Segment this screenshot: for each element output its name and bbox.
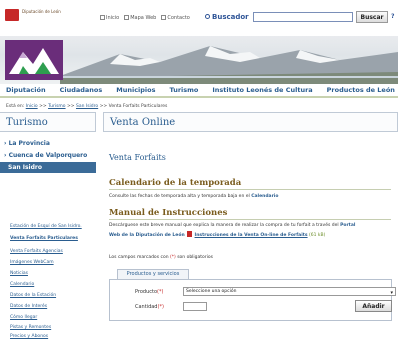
contact-link[interactable]: Contacto xyxy=(161,15,190,21)
logo-text: Diputación de León xyxy=(22,9,61,14)
search-label: Buscador xyxy=(205,12,255,23)
required-note: Los campos marcados con (*) son obligato… xyxy=(109,255,214,260)
breadcrumb-san-isidro[interactable]: San Isidro xyxy=(76,104,98,109)
sidebar-sub-como-llegar[interactable]: Cómo llegar xyxy=(10,315,37,320)
diputacion-logo-icon[interactable] xyxy=(5,9,19,21)
main-nav: Diputación Ciudadanos Municipios Turismo… xyxy=(0,84,398,98)
home-icon xyxy=(100,15,105,20)
main-content: Venta Online Venta Forfaits Calendario d… xyxy=(103,112,398,340)
breadcrumb-inicio[interactable]: Inicio xyxy=(26,104,38,109)
sidebar-sub-estacion[interactable]: Estación de Esquí de San Isidro. xyxy=(10,224,90,229)
sitemap-icon xyxy=(124,15,130,20)
add-button[interactable]: Añadir xyxy=(355,300,392,312)
section-title: Venta Forfaits xyxy=(109,153,166,162)
calendar-divider xyxy=(109,189,391,190)
sidebar-title: Turismo xyxy=(0,112,96,132)
sidebar-sub-venta-particulares[interactable]: Venta Forfaits Particulares xyxy=(10,236,90,241)
manual-text-line2: Web de la Diputación de León Instruccion… xyxy=(109,231,326,238)
calendar-text: Consulte las fechas de temporada alta y … xyxy=(109,194,279,199)
nav-instituto-cultura[interactable]: Instituto Leonés de Cultura xyxy=(212,86,312,94)
product-select[interactable]: Seleccione una opción ▾ xyxy=(183,287,396,296)
pdf-icon xyxy=(187,231,193,237)
sitemap-link[interactable]: Mapa Web xyxy=(124,15,156,21)
mail-icon xyxy=(161,15,167,20)
nav-municipios[interactable]: Municipios xyxy=(116,86,155,94)
breadcrumb-turismo[interactable]: Turismo xyxy=(48,104,66,109)
manual-text-line1: Descárguese este breve manual que explic… xyxy=(109,223,356,228)
product-label: Producto(*) xyxy=(135,289,164,295)
page-title: Venta Online xyxy=(103,112,398,132)
sidebar: Turismo › La Provincia › Cuenca de Valpo… xyxy=(0,112,96,340)
quantity-input[interactable] xyxy=(183,302,207,311)
top-header: Diputación de León Inicio Mapa Web Conta… xyxy=(0,0,398,36)
calendar-heading: Calendario de la temporada xyxy=(109,178,242,188)
sierra-logo-icon[interactable] xyxy=(5,40,63,80)
portal-link[interactable]: Portal xyxy=(340,223,355,228)
sidebar-item-san-isidro[interactable]: San Isidro xyxy=(0,162,96,173)
sidebar-sub-precios[interactable]: Precios y Abonos xyxy=(10,334,48,339)
header-banner xyxy=(0,36,398,84)
top-links: Inicio Mapa Web Contacto xyxy=(100,15,190,21)
sidebar-sub-venta-agencias[interactable]: Venta Forfaits Agencias xyxy=(10,249,63,254)
search-icon xyxy=(205,14,210,19)
pdf-manual-link[interactable]: Instrucciones de la Venta On-line de For… xyxy=(195,233,308,238)
nav-ciudadanos[interactable]: Ciudadanos xyxy=(60,86,103,94)
sidebar-sub-pistas[interactable]: Pistas y Remontes xyxy=(10,325,51,330)
nav-diputacion[interactable]: Diputación xyxy=(6,86,46,94)
help-link[interactable]: ? xyxy=(391,13,394,20)
home-link[interactable]: Inicio xyxy=(100,15,119,21)
sidebar-sub-datos-estacion[interactable]: Datos de la Estación xyxy=(10,293,56,298)
tab-productos-servicios[interactable]: Productos y servicios xyxy=(117,269,189,279)
file-size: (61 kB) xyxy=(309,233,326,238)
breadcrumb: Está en: Inicio >> Turismo >> San Isidro… xyxy=(6,104,168,109)
sidebar-item-la-provincia[interactable]: › La Provincia xyxy=(0,140,96,147)
nav-turismo[interactable]: Turismo xyxy=(170,86,199,94)
sidebar-sub-noticias[interactable]: Noticias xyxy=(10,271,28,276)
manual-heading: Manual de Instrucciones xyxy=(109,208,228,218)
sidebar-sub-calendario[interactable]: Calendario xyxy=(10,282,34,287)
calendar-link[interactable]: Calendario xyxy=(251,194,278,199)
breadcrumb-current: Venta Forfaits Particulares xyxy=(108,104,168,109)
search-input[interactable] xyxy=(253,12,353,22)
nav-productos[interactable]: Productos de León xyxy=(327,86,395,94)
sidebar-sub-webcam[interactable]: Imágenes WebCam xyxy=(10,260,54,265)
sidebar-sub-datos-interes[interactable]: Datos de Interés xyxy=(10,304,47,309)
search-button[interactable]: Buscar xyxy=(356,11,388,23)
quantity-label: Cantidad(*) xyxy=(135,304,164,310)
chevron-down-icon: ▾ xyxy=(390,290,393,296)
sidebar-item-valporquero[interactable]: › Cuenca de Valporquero xyxy=(0,152,96,159)
purchase-form: Producto(*) Seleccione una opción ▾ Cant… xyxy=(109,279,396,321)
manual-divider xyxy=(109,219,391,220)
